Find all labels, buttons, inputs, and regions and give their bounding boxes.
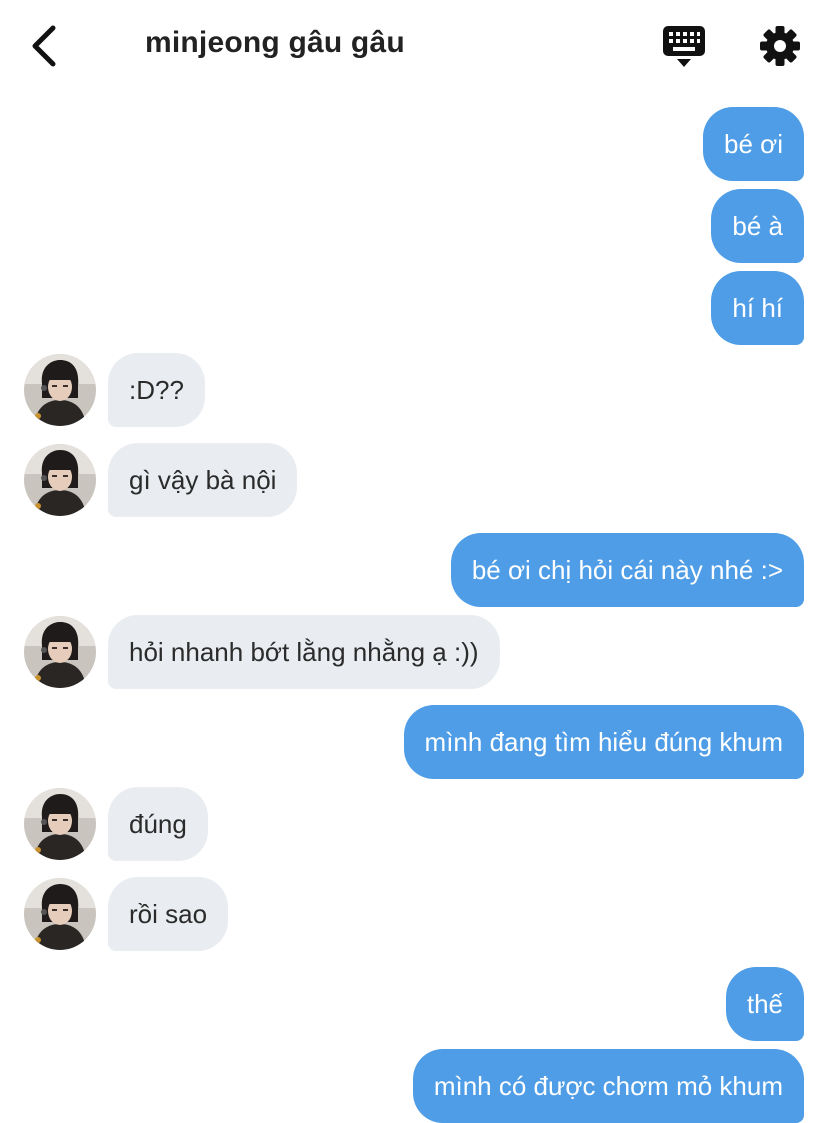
incoming-message[interactable]: rồi sao	[108, 877, 229, 951]
outgoing-message[interactable]: bé à	[711, 189, 804, 263]
outgoing-message[interactable]: mình có được chơm mỏ khum	[412, 1049, 804, 1123]
outgoing-message[interactable]: mình đang tìm hiểu đúng khum	[403, 705, 804, 779]
incoming-message[interactable]: hỏi nhanh bớt lằng nhằng ạ :))	[108, 615, 500, 689]
outgoing-message[interactable]: hí hí	[711, 271, 804, 345]
keyboard-icon	[663, 26, 705, 67]
outgoing-message[interactable]: bé ơi	[703, 107, 804, 181]
settings-button[interactable]	[758, 24, 802, 68]
avatar[interactable]	[24, 444, 96, 516]
chat-title: minjeong gâu gâu	[145, 26, 405, 59]
incoming-message[interactable]: gì vậy bà nội	[108, 443, 298, 517]
avatar[interactable]	[24, 878, 96, 950]
incoming-message[interactable]: :D??	[108, 353, 205, 427]
avatar[interactable]	[24, 616, 96, 688]
avatar[interactable]	[24, 354, 96, 426]
incoming-message[interactable]: đúng	[108, 787, 208, 861]
avatar[interactable]	[24, 788, 96, 860]
chevron-left-icon	[32, 25, 56, 67]
back-button[interactable]	[26, 22, 66, 70]
chat-header: minjeong gâu gâu	[0, 0, 828, 92]
keyboard-button[interactable]	[661, 24, 707, 70]
outgoing-message[interactable]: thế	[725, 967, 804, 1041]
gear-icon	[760, 26, 800, 66]
outgoing-message[interactable]: bé ơi chị hỏi cái này nhé :>	[450, 533, 804, 607]
